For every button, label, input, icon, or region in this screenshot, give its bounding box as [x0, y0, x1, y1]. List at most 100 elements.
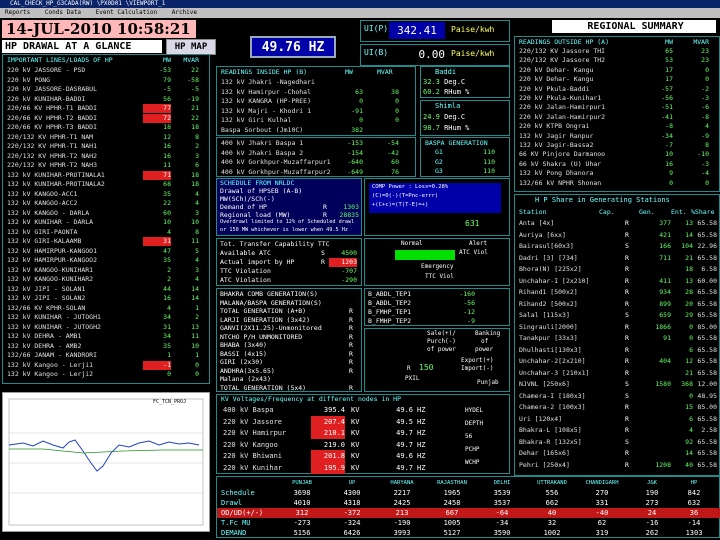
hp-line-row: 132 kV DEHRA - AMB1 34 11 — [3, 332, 209, 341]
voltage-hz-value: 49.6 — [396, 452, 413, 460]
regional-row: 132 kV Jagir-Bassa2 -7 8 — [515, 141, 719, 150]
state-cell: 312 — [295, 509, 309, 517]
baspa-gen-value: 110 — [483, 148, 495, 156]
menu-item-archive[interactable]: Archive — [172, 9, 197, 16]
nhb-row: B_ABDL_TEP2 -56 — [365, 299, 509, 308]
share-row: Bhakra-R [132x5] S 92 65.58 — [515, 437, 719, 449]
share-station-name: Chamera-2 [100x3] — [519, 403, 586, 411]
share-row: Dhulhasti[130x3] R 6 65.58 — [515, 345, 719, 357]
share-ent: 92 — [685, 437, 693, 446]
hp-line-mvar: 2 — [195, 142, 199, 150]
banking-label: Banking — [475, 330, 501, 337]
ri-mw: 0 — [359, 97, 363, 105]
share-percent: 2.58 — [701, 426, 717, 434]
share-col-share: %Share — [691, 208, 715, 216]
share-percent: 60.00 — [697, 276, 717, 285]
regional-line-mvar: -9 — [701, 131, 709, 140]
hp-line-mw: 4 — [167, 227, 171, 236]
share-gen: 421 — [659, 230, 671, 239]
share-ent: 4 — [689, 426, 693, 434]
menu-bar: Reports Conds Data Event Calculation Arc… — [0, 8, 720, 18]
share-ent: 18 — [685, 265, 693, 273]
share-unit: S — [625, 391, 629, 400]
regional-line-mvar: 0 — [705, 75, 709, 84]
menu-item-reports[interactable]: Reports — [5, 9, 30, 16]
menu-item-conds-data[interactable]: Conds Data — [45, 9, 81, 16]
hp-line-mw: 31 — [163, 322, 171, 331]
hp-line-row: 132 kV KUNIHAR-PROTINALA1 71 18 — [3, 170, 209, 180]
line-400kv-mvar: -42 — [387, 148, 399, 157]
hp-line-name: 132 kV KANGOO-ACC1 — [7, 189, 78, 198]
trend-plot[interactable]: FC_TCN_PROJ — [2, 392, 210, 532]
schedule-panel: SCHEDULE FROM NRLDC Drawal of HPSEB (A-B… — [216, 178, 362, 236]
nhb-value: -9 — [467, 317, 475, 325]
regional-line-name: 220/132 KV Jassore TH2 — [519, 56, 606, 65]
hp-line-mw: 77 — [143, 104, 171, 113]
regional-line-mvar: 0 — [705, 178, 709, 187]
regional-row: 220/132 KV Jassore TH2 53 23 — [515, 56, 719, 65]
share-row: Salal [115x3] S 659 29 65.58 — [515, 310, 719, 322]
voltage-kv-value: 395.4 — [323, 406, 345, 414]
sale-line3: of power — [427, 346, 456, 353]
hp-line-mvar: 4 — [195, 199, 199, 207]
regional-line-mvar: 23 — [701, 47, 709, 55]
share-ent: 12 — [685, 357, 693, 365]
regional-line-name: 220 kV Dehar- Kangu — [519, 75, 594, 84]
hp-line-mw: 1 — [167, 351, 171, 359]
share-unit: R — [625, 357, 629, 365]
hp-line-mvar: -58 — [187, 75, 199, 84]
hp-line-mvar: 2 — [195, 313, 199, 321]
regional-col-mvar: MVAR — [693, 38, 709, 46]
hp-line-row: 132 kV KANGOO-ACC1 35 4 — [3, 190, 209, 199]
shimla-humidity: 98.7 — [423, 124, 440, 132]
voltage-hz-value: 49.7 — [396, 429, 413, 437]
state-cell: 331 — [595, 499, 609, 507]
ri-name: 132 kV Hamirpur -Chohal — [221, 87, 312, 96]
hp-line-row: 220/132 KV HPHR-T2 NAH3 11 6 — [3, 161, 209, 170]
voltage-title: KV Voltages/Frequency at different nodes… — [221, 395, 402, 403]
share-station-name: Dadri [3] [734] — [519, 253, 578, 262]
voltage-hz-value: 49.6 — [396, 406, 413, 414]
state-cell: 4300 — [343, 489, 361, 497]
regional-row: 220 kV Pkula-Baddi -57 -2 — [515, 85, 719, 94]
nhb-row: B_FMHP_TEP2 -9 — [365, 317, 509, 326]
regional-line-name: 220 kV Jalan-Hamirpur1 — [519, 103, 606, 112]
hp-line-mw: 72 — [143, 113, 171, 123]
share-gen: 899 — [659, 299, 671, 308]
hp-line-row: 132/66 JANAM - KANDRORI 1 1 — [3, 351, 209, 360]
ri-mw: 63 — [355, 87, 363, 96]
hp-line-mvar: 11 — [191, 332, 199, 340]
hp-line-row: 132 kV KUNIHAR - JUTOGH1 34 2 — [3, 313, 209, 322]
hp-line-row: 132 kV GIRI-PAONTA 4 8 — [3, 228, 209, 237]
voltage-hz-value: 49.5 — [396, 417, 413, 426]
alert-panel: Normal Alert ATC Viol Emergency TTC Viol — [364, 238, 510, 286]
share-ent: 29 — [685, 311, 693, 319]
share-row: Unchahar-I [2x210] R 411 13 60.00 — [515, 276, 719, 288]
share-station-name: Bairasul[60x3] — [519, 242, 574, 250]
hp-map-button[interactable]: HP MAP — [166, 39, 216, 55]
nhb-value: -160 — [459, 290, 475, 298]
readings-inside-title: READINGS INSIDE HP (B) — [221, 68, 308, 76]
state-cell: 1965 — [443, 489, 461, 497]
share-ent: 14 — [685, 449, 693, 457]
menu-item-event-calculation[interactable]: Event Calculation — [96, 9, 157, 16]
regional-row: 132 kV Jagir Ranpur -34 -9 — [515, 132, 719, 141]
state-cell: 2217 — [393, 489, 411, 497]
hp-lines-header: IMPORTANT LINES/LOADS OF HP MW MVAR — [3, 56, 209, 65]
hp-line-mvar: 5 — [195, 246, 199, 255]
share-station-name: Chamera-I [180x3] — [519, 391, 586, 400]
share-station-name: Auriya [6xx] — [519, 230, 566, 239]
ri-name: 132 kV Giri Kulhal — [221, 116, 292, 124]
share-col-ent: Ent. — [671, 208, 687, 216]
hp-line-row: 220 kV KUNIHAR-BADDI 56 -19 — [3, 95, 209, 104]
hp-line-mw: 0 — [167, 370, 171, 378]
share-row: Chamera-2 [100x3] R 15 85.00 — [515, 402, 719, 414]
share-row: NJVNL [250x6] S 1580 368 12.00 — [515, 379, 719, 391]
ri-name: 132 kV Majri - Khodri 1 — [221, 106, 312, 115]
trend-chart — [8, 398, 204, 526]
hp-line-mw: 10 — [163, 218, 171, 226]
baddi-title: Baddi — [435, 68, 457, 76]
hp-line-mvar: 1 — [195, 303, 199, 312]
voltage-kv-value: 207.4 — [311, 415, 345, 428]
share-ent: 6 — [689, 414, 693, 423]
